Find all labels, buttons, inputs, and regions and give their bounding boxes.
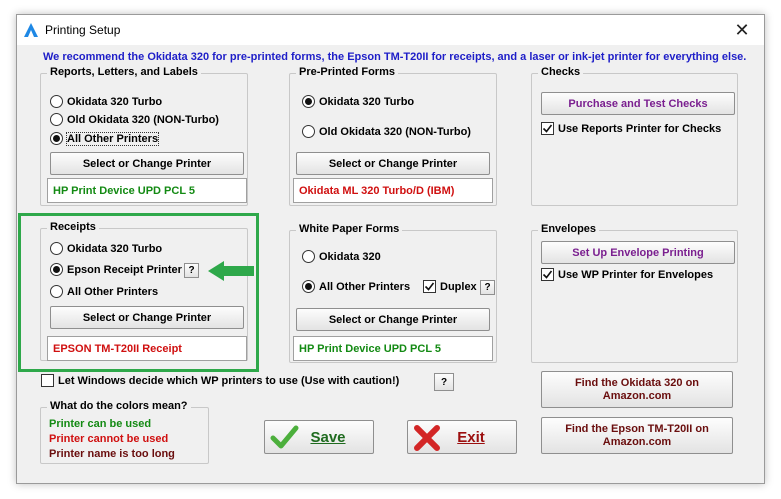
receipts-printer-name: EPSON TM-T20II Receipt — [47, 336, 247, 361]
radio-button[interactable] — [50, 113, 63, 126]
receipts-radio-okidata-turbo[interactable]: Okidata 320 Turbo — [50, 242, 162, 255]
exit-label: Exit — [457, 428, 485, 446]
whitepaper-radio-all-other[interactable]: All Other Printers — [302, 280, 410, 293]
radio-label: Epson Receipt Printer — [67, 263, 182, 276]
save-label: Save — [310, 428, 346, 446]
legend-name-too-long: Printer name is too long — [49, 448, 175, 460]
legend-can-be-used: Printer can be used — [49, 418, 152, 430]
preprinted-radio-okidata-nonturbo[interactable]: Old Okidata 320 (NON-Turbo) — [302, 125, 471, 138]
radio-button[interactable] — [50, 285, 63, 298]
check-icon — [424, 282, 435, 291]
title-bar: Printing Setup ✕ — [17, 15, 764, 45]
envelopes-group-title: Envelopes — [538, 223, 600, 235]
checks-group-title: Checks — [538, 66, 584, 78]
amazon-line-2: Amazon.com — [602, 435, 672, 448]
preprinted-printer-name: Okidata ML 320 Turbo/D (IBM) — [293, 178, 493, 203]
receipts-group: Receipts Okidata 320 Turbo Epson Receipt… — [40, 221, 248, 361]
envelopes-group: Envelopes Set Up Envelope Printing Use W… — [531, 223, 738, 363]
windows-decide-help-button[interactable]: ? — [434, 373, 454, 391]
printing-setup-window: Printing Setup ✕ We recommend the Okidat… — [16, 14, 765, 484]
checkbox-label: Use Reports Printer for Checks — [558, 122, 722, 135]
purchase-test-checks-button[interactable]: Purchase and Test Checks — [541, 92, 735, 115]
arrow-left-icon — [208, 261, 254, 281]
receipts-group-title: Receipts — [47, 221, 99, 233]
duplex-checkbox[interactable]: Duplex — [423, 280, 477, 293]
radio-button[interactable] — [50, 242, 63, 255]
check-icon — [542, 124, 553, 133]
receipts-help-button[interactable]: ? — [184, 263, 199, 278]
whitepaper-radio-okidata[interactable]: Okidata 320 — [302, 250, 381, 263]
find-okidata-amazon-button[interactable]: Find the Okidata 320 on Amazon.com — [541, 371, 733, 408]
radio-label: All Other Printers — [319, 280, 411, 293]
whitepaper-printer-name: HP Print Device UPD PCL 5 — [293, 336, 493, 361]
windows-decide-checkbox[interactable]: Let Windows decide which WP printers to … — [41, 374, 399, 387]
radio-label: Old Okidata 320 (NON-Turbo) — [67, 113, 219, 126]
check-icon — [542, 270, 553, 279]
reports-radio-okidata-turbo[interactable]: Okidata 320 Turbo — [50, 95, 162, 108]
use-reports-printer-checks[interactable]: Use Reports Printer for Checks — [541, 122, 721, 135]
checks-group: Checks Purchase and Test Checks Use Repo… — [531, 66, 738, 206]
legend-cannot-be-used: Printer cannot be used — [49, 433, 169, 445]
app-logo-icon — [24, 23, 38, 37]
close-icon: ✕ — [734, 19, 750, 40]
reports-group-title: Reports, Letters, and Labels — [47, 66, 201, 78]
radio-label: All Other Printers — [65, 131, 160, 146]
window-title: Printing Setup — [45, 23, 121, 37]
radio-label: Okidata 320 Turbo — [67, 242, 163, 255]
amazon-button-text: Find the Okidata 320 on Amazon.com — [575, 377, 699, 403]
radio-label: Okidata 320 Turbo — [67, 95, 163, 108]
reports-radio-okidata-nonturbo[interactable]: Old Okidata 320 (NON-Turbo) — [50, 113, 219, 126]
save-button[interactable]: Save — [264, 420, 374, 454]
radio-label: Old Okidata 320 (NON-Turbo) — [319, 125, 471, 138]
reports-group: Reports, Letters, and Labels Okidata 320… — [40, 66, 248, 206]
checkmark-icon — [270, 425, 299, 449]
radio-button[interactable] — [50, 95, 63, 108]
radio-button-selected[interactable] — [50, 132, 63, 145]
checkbox-label: Let Windows decide which WP printers to … — [58, 374, 400, 387]
red-x-icon — [414, 425, 440, 451]
preprinted-select-printer-button[interactable]: Select or Change Printer — [296, 152, 490, 175]
radio-button-selected[interactable] — [302, 280, 315, 293]
amazon-line-2: Amazon.com — [602, 389, 672, 402]
radio-button-selected[interactable] — [50, 263, 63, 276]
radio-label: Okidata 320 — [319, 250, 381, 263]
find-epson-amazon-button[interactable]: Find the Epson TM-T20II on Amazon.com — [541, 417, 733, 454]
checkbox-label: Duplex — [440, 280, 477, 293]
reports-printer-name: HP Print Device UPD PCL 5 — [47, 178, 247, 203]
checkbox-checked[interactable] — [541, 122, 554, 135]
recommendation-banner: We recommend the Okidata 320 for pre-pri… — [43, 51, 747, 63]
whitepaper-select-printer-button[interactable]: Select or Change Printer — [296, 308, 490, 331]
preprinted-radio-okidata-turbo[interactable]: Okidata 320 Turbo — [302, 95, 414, 108]
preprinted-group-title: Pre-Printed Forms — [296, 66, 398, 78]
use-wp-printer-envelopes[interactable]: Use WP Printer for Envelopes — [541, 268, 713, 281]
reports-select-printer-button[interactable]: Select or Change Printer — [50, 152, 244, 175]
radio-button[interactable] — [302, 250, 315, 263]
amazon-line-1: Find the Epson TM-T20II on — [565, 422, 709, 435]
receipts-select-printer-button[interactable]: Select or Change Printer — [50, 306, 244, 329]
legend-title: What do the colors mean? — [47, 400, 191, 412]
checkbox-checked[interactable] — [541, 268, 554, 281]
radio-label: All Other Printers — [67, 285, 159, 298]
radio-button-selected[interactable] — [302, 95, 315, 108]
amazon-button-text: Find the Epson TM-T20II on Amazon.com — [565, 423, 709, 449]
whitepaper-group-title: White Paper Forms — [296, 223, 403, 235]
radio-button[interactable] — [302, 125, 315, 138]
reports-radio-all-other[interactable]: All Other Printers — [50, 131, 160, 146]
duplex-help-button[interactable]: ? — [480, 280, 495, 295]
checkbox-checked[interactable] — [423, 280, 436, 293]
exit-button[interactable]: Exit — [407, 420, 517, 454]
receipts-radio-all-other[interactable]: All Other Printers — [50, 285, 158, 298]
receipts-radio-epson[interactable]: Epson Receipt Printer — [50, 263, 182, 276]
whitepaper-group: White Paper Forms Okidata 320 All Other … — [289, 223, 497, 363]
color-legend-group: What do the colors mean? Printer can be … — [40, 400, 209, 464]
preprinted-group: Pre-Printed Forms Okidata 320 Turbo Old … — [289, 66, 497, 206]
radio-label: Okidata 320 Turbo — [319, 95, 415, 108]
setup-envelope-printing-button[interactable]: Set Up Envelope Printing — [541, 241, 735, 264]
amazon-line-1: Find the Okidata 320 on — [574, 376, 700, 389]
checkbox-unchecked[interactable] — [41, 374, 54, 387]
checkbox-label: Use WP Printer for Envelopes — [558, 268, 714, 281]
close-button[interactable]: ✕ — [720, 15, 764, 45]
